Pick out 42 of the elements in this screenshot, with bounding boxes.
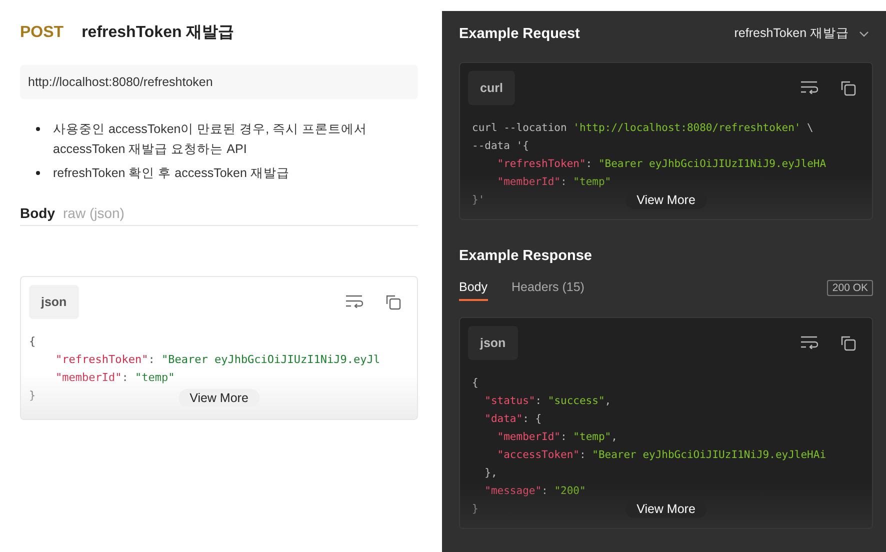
section-title: Body: [20, 205, 55, 221]
body-mode: raw (json): [63, 205, 124, 221]
code-line: "memberId": "temp": [54, 370, 175, 386]
code-line: "message": "200": [484, 484, 586, 499]
code-line: curl --location 'http://localhost:8080/refreshtoken' \: [472, 121, 814, 136]
wrap-icon[interactable]: [345, 294, 363, 308]
language-label: json: [468, 326, 518, 360]
code-line: "data": {: [484, 412, 542, 427]
code-line: {: [29, 334, 36, 350]
section-title: Example Request: [459, 26, 580, 42]
code-line: "memberId": "temp",: [496, 430, 618, 445]
code-line: "refreshToken": "Bearer eyJhbGciOiJIUzI1NiJ9.eyJleHA: [496, 157, 826, 172]
status-badge: 200 OK: [827, 280, 873, 296]
code-line: --data '{: [472, 139, 529, 154]
language-label: json: [29, 285, 79, 319]
example-selector[interactable]: refreshToken 재발급: [730, 25, 873, 42]
code-line: "refreshToken": "Bearer eyJhbGciOiJIUzI1NiJ9.eyJl: [54, 352, 380, 368]
code-line: }': [472, 193, 485, 208]
copy-icon[interactable]: [840, 335, 856, 351]
view-more-button[interactable]: View More: [178, 389, 260, 407]
code-line: },: [484, 466, 498, 481]
code-line: }: [472, 502, 478, 517]
code-line: }: [29, 388, 36, 404]
response-tab[interactable]: Headers (15): [512, 280, 584, 301]
copy-icon[interactable]: [840, 80, 856, 96]
bullet-icon: [36, 171, 40, 175]
copy-icon[interactable]: [385, 294, 401, 310]
code-line: {: [472, 376, 478, 391]
http-method: POST: [20, 24, 64, 42]
wrap-icon[interactable]: [800, 335, 818, 349]
chevron-down-icon: [859, 30, 869, 36]
wrap-icon[interactable]: [800, 80, 818, 94]
code-line: "accessToken": "Bearer eyJhbGciOiJIUzI1NiJ9.eyJleHAi: [496, 448, 826, 463]
bullet-icon: [36, 127, 40, 131]
description-text: refreshToken 확인 후 accessToken 재발급: [53, 165, 290, 182]
url-field: http://localhost:8080/refreshtoken: [20, 65, 418, 99]
response-tab[interactable]: Body: [459, 280, 488, 301]
section-title: Example Response: [459, 248, 593, 264]
code-line: "memberId": "temp": [496, 175, 612, 190]
code-line: "status": "success",: [484, 394, 612, 409]
language-label: curl: [468, 71, 515, 105]
request-name: refreshToken 재발급: [82, 23, 234, 43]
